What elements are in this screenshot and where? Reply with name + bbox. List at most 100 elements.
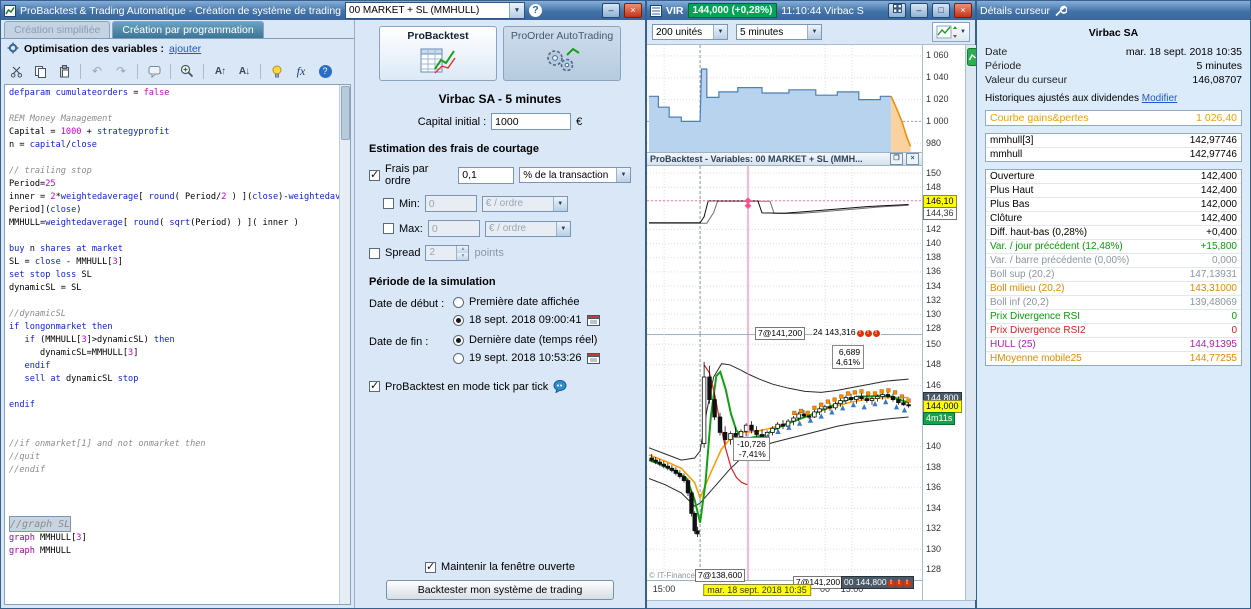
stepper-arrows[interactable]: ▲ ▼ (456, 246, 469, 260)
code-line[interactable] (9, 230, 338, 243)
code-line[interactable]: //graph SL (9, 516, 72, 532)
code-line[interactable]: buy n shares at market (9, 243, 338, 256)
end-date-radio[interactable] (453, 352, 464, 364)
maximize-button[interactable]: □ (932, 3, 950, 18)
chart-area[interactable]: ProBacktest - Variables: 00 MARKET + SL … (647, 45, 979, 600)
code-line[interactable] (9, 386, 338, 399)
chevron-down-icon[interactable]: ▼ (552, 196, 567, 211)
end-last-option[interactable]: Dernière date (temps réel) (453, 334, 600, 346)
scrollbar-thumb[interactable] (341, 86, 350, 140)
fee-max-checkbox[interactable] (383, 223, 394, 234)
code-line[interactable] (9, 477, 338, 490)
font-increase-icon[interactable]: A↑ (209, 60, 231, 82)
close-panel-icon[interactable]: × (906, 153, 919, 165)
fee-max-input[interactable] (427, 220, 480, 237)
chevron-down-icon[interactable]: ▼ (713, 25, 727, 39)
minimize-button[interactable]: – (910, 3, 928, 18)
code-line[interactable]: Period](close) (9, 204, 338, 217)
code-line[interactable] (9, 412, 338, 425)
code-line[interactable]: sell at dynamicSL stop (9, 373, 338, 386)
comment-icon[interactable] (143, 60, 165, 82)
popout-icon[interactable]: ❐ (890, 153, 903, 165)
code-line[interactable]: endif (9, 360, 338, 373)
fee-per-order-checkbox[interactable]: ✓ (369, 169, 380, 181)
editor-window-titlebar[interactable]: ProBacktest & Trading Automatique - Créa… (1, 1, 645, 20)
calendar-icon[interactable] (586, 352, 600, 364)
spread-checkbox[interactable] (369, 247, 380, 259)
start-date-radio[interactable] (453, 314, 464, 326)
equity-curve-chart[interactable] (647, 45, 922, 152)
code-line[interactable]: //endif (9, 464, 338, 477)
tab-proorder-autotrading[interactable]: ProOrder AutoTrading (503, 26, 621, 81)
price-axis[interactable]: 1 060 1 040 1 020 1 000 980 150 148 146,10 144,3… (922, 45, 965, 600)
capital-input[interactable] (491, 113, 572, 130)
code-line[interactable] (9, 503, 338, 516)
code-line[interactable]: //if onmarket[1] and not onmarket then (9, 438, 338, 451)
modify-link[interactable]: Modifier (1142, 93, 1178, 104)
code-line[interactable]: // trailing stop (9, 165, 338, 178)
fee-min-checkbox[interactable] (383, 198, 394, 209)
code-line[interactable]: SL = close - MMHULL[3] (9, 256, 338, 269)
redo-icon[interactable]: ↷ (110, 60, 132, 82)
code-line[interactable]: REM Money Management (9, 113, 338, 126)
code-line[interactable]: Capital = 1000 + strategyprofit (9, 126, 338, 139)
code-editor[interactable]: defparam cumulateorders = false REM Mone… (4, 84, 351, 605)
code-line[interactable] (9, 295, 338, 308)
code-line[interactable]: if (MMHULL[3]>dynamicSL) then (9, 334, 338, 347)
copy-icon[interactable] (29, 60, 51, 82)
code-line[interactable]: graph MMHULL[3] (9, 532, 338, 545)
spread-stepper[interactable]: 2 ▲ ▼ (425, 245, 470, 261)
fee-unit-select[interactable]: % de la transaction ▼ (519, 167, 631, 183)
close-button[interactable]: × (624, 3, 642, 18)
end-date-option[interactable]: 19 sept. 2018 10:53:26 (453, 352, 600, 364)
variables-panel-header[interactable]: ProBacktest - Variables: 00 MARKET + SL … (647, 152, 922, 166)
zoom-in-icon[interactable] (176, 60, 198, 82)
chevron-down-icon[interactable]: ▼ (509, 3, 525, 18)
keep-open-checkbox[interactable]: ✓ (425, 561, 437, 573)
code-line[interactable] (9, 490, 338, 503)
details-window-titlebar[interactable]: Détails curseur (977, 1, 1250, 20)
code-line[interactable]: defparam cumulateorders = false (9, 87, 338, 100)
code-line[interactable]: //quit (9, 451, 338, 464)
wrench-icon[interactable] (1054, 5, 1068, 17)
spin-up-icon[interactable]: ▲ (457, 246, 469, 253)
fee-min-unit-select[interactable]: € / ordre ▼ (481, 195, 568, 212)
chart-type-button[interactable]: ▼ (932, 22, 970, 42)
tab-simple-creation[interactable]: Création simplifiée (4, 21, 111, 38)
timeframe-select[interactable]: 5 minutes ▼ (736, 24, 822, 40)
code-line[interactable]: MMHULL=weightedaverage[ round( sqrt(Peri… (9, 217, 338, 230)
chart-window-titlebar[interactable]: VIR 144,000 (+0,28%) 11:10:44 Virbac S –… (647, 1, 975, 20)
fee-min-input[interactable] (424, 195, 477, 212)
help-circle-icon[interactable]: ? (314, 60, 336, 82)
units-select[interactable]: 200 unités ▼ (652, 24, 728, 40)
font-decrease-icon[interactable]: A↓ (233, 60, 255, 82)
chevron-down-icon[interactable]: ▼ (555, 221, 570, 236)
grid-view-icon[interactable] (888, 3, 906, 18)
close-button[interactable]: × (954, 3, 972, 18)
chevron-down-icon[interactable]: ▼ (807, 25, 821, 39)
paste-icon[interactable] (53, 60, 75, 82)
calendar-icon[interactable] (586, 314, 600, 326)
start-first-radio[interactable] (453, 296, 464, 308)
function-icon[interactable]: fx (290, 60, 312, 82)
code-line[interactable] (9, 152, 338, 165)
time-axis[interactable]: 15:00 mar. 18 sept. 2018 10:35 00 15:00 (647, 580, 922, 600)
trading-system-select[interactable]: 00 MARKET + SL (MMHULL) ▼ (345, 2, 526, 19)
chevron-down-icon[interactable]: ▼ (616, 168, 630, 182)
tick-mode-checkbox[interactable]: ✓ (369, 380, 380, 392)
start-date-option[interactable]: 18 sept. 2018 09:00:41 (453, 314, 600, 326)
code-line[interactable]: if longonmarket then (9, 321, 338, 334)
minimize-button[interactable]: – (602, 3, 620, 18)
hint-lightbulb-icon[interactable] (266, 60, 288, 82)
code-line[interactable]: inner = 2*weightedaverage[ round( Period… (9, 191, 350, 204)
end-last-radio[interactable] (453, 334, 464, 346)
spin-down-icon[interactable]: ▼ (457, 253, 469, 260)
fee-max-unit-select[interactable]: € / ordre ▼ (484, 220, 571, 237)
chart-plot-column[interactable]: ProBacktest - Variables: 00 MARKET + SL … (647, 45, 922, 600)
code-line[interactable]: graph MMHULL (9, 545, 338, 558)
code-line[interactable]: //dynamicSL (9, 308, 338, 321)
editor-scrollbar[interactable] (339, 85, 350, 604)
price-candlestick-chart[interactable] (647, 334, 922, 580)
tab-probacktest[interactable]: ProBacktest (379, 26, 497, 81)
code-line[interactable]: dynamicSL=MMHULL[3] (9, 347, 338, 360)
